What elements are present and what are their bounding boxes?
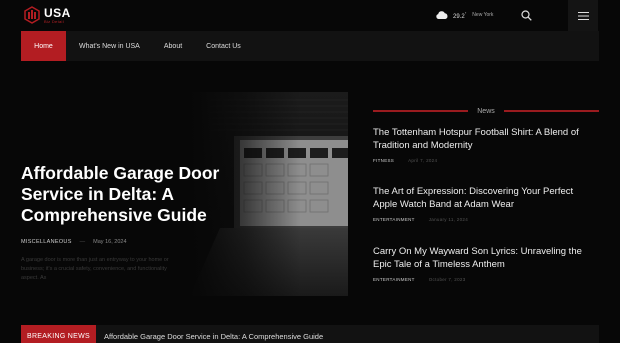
hero-category[interactable]: MISCELLANEOUS (21, 239, 72, 245)
breaking-news-label: BREAKING NEWS (21, 325, 96, 343)
meta-separator: — (79, 239, 86, 245)
news-label: News (477, 107, 495, 115)
nav-item-contact[interactable]: Contact Us (194, 31, 253, 61)
news-title[interactable]: The Tottenham Hotspur Football Shirt: A … (373, 127, 599, 152)
news-category[interactable]: ENTERTAINMENT (373, 277, 415, 282)
cloud-icon (436, 11, 448, 19)
temperature: 29.2° (453, 10, 467, 20)
hamburger-icon (577, 11, 589, 20)
news-title[interactable]: Carry On My Wayward Son Lyrics: Unraveli… (373, 246, 599, 271)
news-category[interactable]: FITNESS (373, 158, 394, 163)
news-meta: FITNESS April 7, 2024 (373, 158, 599, 163)
nav-item-about[interactable]: About (152, 31, 194, 61)
news-section-heading: News (373, 106, 600, 116)
site-logo[interactable]: USA Biz Detail (24, 5, 71, 25)
news-item[interactable]: The Tottenham Hotspur Football Shirt: A … (373, 127, 599, 163)
hero-meta: MISCELLANEOUS — May 16, 2024 (21, 239, 127, 245)
news-category[interactable]: ENTERTAINMENT (373, 217, 415, 222)
divider (373, 110, 469, 112)
search-icon[interactable] (521, 10, 532, 21)
news-date: January 11, 2024 (428, 217, 468, 222)
hero-date: May 16, 2024 (93, 239, 127, 245)
menu-button[interactable] (568, 0, 598, 31)
news-date: April 7, 2024 (408, 158, 438, 163)
logo-subtitle: Biz Detail (44, 18, 64, 24)
logo-mark-icon (24, 6, 40, 24)
hero-title[interactable]: Affordable Garage Door Service in Delta:… (21, 163, 226, 226)
news-meta: ENTERTAINMENT October 7, 2023 (373, 277, 599, 282)
breaking-news-headline[interactable]: Affordable Garage Door Service in Delta:… (104, 332, 323, 341)
hero-excerpt: A garage door is more than just an entry… (21, 257, 169, 281)
news-date: October 7, 2023 (428, 277, 466, 282)
news-meta: ENTERTAINMENT January 11, 2024 (373, 217, 599, 222)
weather-widget: 29.2° New York (435, 9, 493, 21)
news-item[interactable]: Carry On My Wayward Son Lyrics: Unraveli… (373, 246, 599, 282)
news-item[interactable]: The Art of Expression: Discovering Your … (373, 186, 599, 222)
nav-item-home[interactable]: Home (21, 31, 66, 61)
divider (503, 110, 600, 112)
site-header: USA Biz Detail 29.2° New York (0, 0, 620, 31)
news-title[interactable]: The Art of Expression: Discovering Your … (373, 186, 599, 211)
breaking-news-bar: BREAKING NEWS Affordable Garage Door Ser… (21, 325, 599, 343)
weather-city: New York (472, 12, 494, 18)
main-nav: Home What's New in USA About Contact Us (21, 31, 599, 61)
nav-item-whats-new[interactable]: What's New in USA (67, 31, 152, 61)
logo-title: USA (44, 5, 71, 20)
